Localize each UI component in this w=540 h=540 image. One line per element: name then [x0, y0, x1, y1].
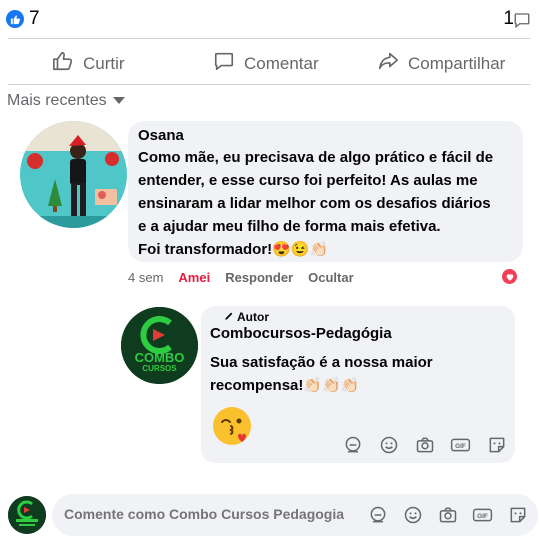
like-button[interactable]: Curtir	[52, 50, 125, 77]
combo-cursos-logo-avatar[interactable]: COMBO CURSOS	[121, 307, 198, 384]
reply-button[interactable]: Responder	[225, 270, 293, 285]
composer-tools: GIF	[367, 504, 528, 525]
comment-author[interactable]: Osana	[138, 127, 513, 144]
sticker-icon[interactable]	[507, 504, 528, 525]
comment-icon	[213, 50, 235, 77]
comment-line: Como mãe, eu precisava de algo prático e…	[138, 149, 494, 166]
author-badge-label: Autor	[237, 310, 269, 324]
caret-down-icon	[112, 92, 125, 110]
share-button[interactable]: Compartilhar	[377, 50, 505, 77]
comment-button[interactable]: Comentar	[213, 50, 319, 77]
comment-bubble-icon	[513, 11, 531, 34]
love-reaction-button[interactable]: Amei	[178, 270, 210, 285]
current-user-avatar[interactable]	[8, 496, 46, 534]
emoji-icon[interactable]	[402, 504, 423, 525]
hide-button[interactable]: Ocultar	[308, 270, 354, 285]
share-label: Compartilhar	[408, 53, 506, 73]
sort-dropdown[interactable]: Mais recentes	[7, 92, 125, 110]
share-arrow-icon	[377, 50, 399, 77]
logo-text-cursos: CURSOS	[142, 364, 177, 373]
comment-timestamp[interactable]: 4 sem	[128, 270, 163, 285]
comment-label: Comentar	[244, 53, 319, 73]
sticker-icon[interactable]	[486, 434, 507, 455]
reply-line: recompensa!👏🏻👏🏻👏🏻	[210, 377, 360, 394]
svg-text:GIF: GIF	[455, 443, 466, 450]
comment-line: entender, e esse curso foi perfeito! As …	[138, 172, 478, 189]
comment-line: ensinaram a lidar melhor com os desafios…	[138, 195, 491, 212]
heart-icon[interactable]	[500, 267, 519, 286]
reply-author[interactable]: Combocursos-Pedagógia	[210, 325, 506, 342]
camera-icon[interactable]	[414, 434, 435, 455]
avatar-sticker-icon[interactable]	[367, 504, 388, 525]
reply-text: Sua satisfação é a nossa maior recompens…	[210, 351, 506, 397]
avatar[interactable]	[20, 121, 127, 228]
logo-text-combo: COMBO	[134, 350, 185, 365]
divider	[8, 38, 530, 39]
like-label: Curtir	[83, 53, 125, 73]
kiss-emoji-sticker	[211, 404, 255, 448]
divider	[8, 84, 530, 85]
like-reaction-icon[interactable]	[6, 10, 24, 28]
avatar-sticker-icon[interactable]	[342, 434, 363, 455]
comment-meta: 4 sem Amei Responder Ocultar	[128, 270, 354, 285]
comment-bubble: Osana Como mãe, eu precisava de algo prá…	[128, 121, 523, 262]
gif-icon[interactable]: GIF	[450, 434, 471, 455]
comment-line: Foi transformador!😍😉👏🏻	[138, 241, 329, 258]
svg-text:GIF: GIF	[477, 513, 488, 520]
reply-line: Sua satisfação é a nossa maior	[210, 354, 433, 371]
comment-composer: GIF	[52, 494, 538, 536]
comment-input[interactable]	[64, 506, 354, 522]
emoji-icon[interactable]	[378, 434, 399, 455]
camera-icon[interactable]	[437, 504, 458, 525]
sort-label: Mais recentes	[7, 92, 107, 109]
reply-tools: GIF	[342, 434, 507, 455]
pencil-icon	[224, 310, 234, 324]
comment-text: Como mãe, eu precisava de algo prático e…	[138, 146, 513, 261]
comment-line: e a ajudar meu filho de forma mais efeti…	[138, 218, 441, 235]
gif-icon[interactable]: GIF	[472, 504, 493, 525]
author-badge: Autor	[224, 310, 506, 324]
like-count[interactable]: 7	[29, 8, 40, 30]
thumbs-up-icon	[52, 50, 74, 77]
